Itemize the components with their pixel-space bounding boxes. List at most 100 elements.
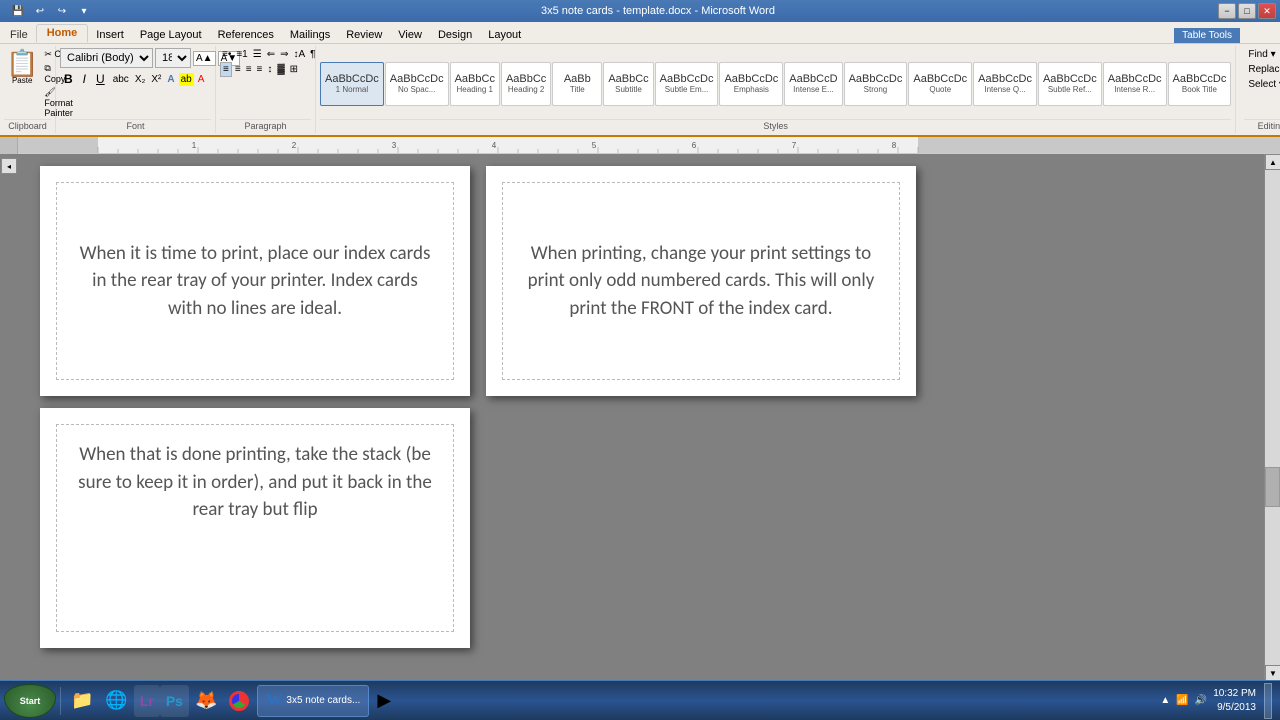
taskbar-ie[interactable]: 🌐 xyxy=(99,685,133,717)
text-effects-btn[interactable]: A xyxy=(165,73,176,86)
start-btn[interactable]: Start xyxy=(4,684,56,718)
superscript-btn[interactable]: X² xyxy=(149,73,163,86)
subscript-btn[interactable]: X₂ xyxy=(133,73,148,86)
restore-btn[interactable]: □ xyxy=(1238,3,1256,19)
taskbar-sep-1 xyxy=(60,687,61,715)
decrease-indent-btn[interactable]: ⇐ xyxy=(265,48,277,61)
strikethrough-btn[interactable]: abc xyxy=(111,73,131,86)
word-icon: W xyxy=(266,692,282,710)
align-center-btn[interactable]: ≡ xyxy=(233,63,243,76)
taskbar-lightroom[interactable]: Lr xyxy=(134,685,160,717)
bold-btn[interactable]: B xyxy=(60,70,77,88)
taskbar-firefox[interactable]: 🦊 xyxy=(189,685,223,717)
style-heading2[interactable]: AaBbCcHeading 2 xyxy=(501,62,551,106)
lightroom-icon: Lr xyxy=(140,693,154,709)
tab-home[interactable]: Home xyxy=(36,24,89,43)
tray-expand-btn[interactable]: ▲ xyxy=(1160,695,1170,706)
left-margin: ◂ xyxy=(0,154,18,681)
redo-qat-btn[interactable]: ↪ xyxy=(52,2,72,20)
line-spacing-btn[interactable]: ↕ xyxy=(265,63,274,76)
style-intense-r[interactable]: AaBbCcDcIntense R... xyxy=(1103,62,1167,106)
tab-mailings[interactable]: Mailings xyxy=(282,27,338,43)
vlc-icon: ▶ xyxy=(377,690,391,711)
font-name-select[interactable]: Calibri (Body) xyxy=(60,48,153,68)
style-intense-em[interactable]: AaBbCcDIntense E... xyxy=(784,62,842,106)
sort-btn[interactable]: ↕A xyxy=(292,48,308,61)
tab-layout[interactable]: Layout xyxy=(480,27,529,43)
taskbar-photoshop[interactable]: Ps xyxy=(160,685,189,717)
taskbar-chrome[interactable] xyxy=(223,685,255,717)
win-taskbar: Start 📁 🌐 Lr Ps 🦊 W 3x5 note cards... ▶ … xyxy=(0,680,1280,720)
style-subtle-em[interactable]: AaBbCcDcSubtle Em... xyxy=(655,62,719,106)
style-strong[interactable]: AaBbCcDcStrong xyxy=(844,62,908,106)
ruler-container: 1 2 3 4 5 6 7 8 xyxy=(0,137,1280,154)
tab-design[interactable]: Design xyxy=(430,27,480,43)
highlight-btn[interactable]: ab xyxy=(179,73,194,86)
scroll-down-btn[interactable]: ▼ xyxy=(1265,665,1280,681)
numbering-btn[interactable]: ≡1 xyxy=(234,48,249,61)
ruler-main: 1 2 3 4 5 6 7 8 xyxy=(18,137,1280,154)
font-size-select[interactable]: 180 xyxy=(155,48,191,68)
tab-file[interactable]: File xyxy=(2,27,36,43)
taskbar-vlc[interactable]: ▶ xyxy=(371,685,397,717)
scroll-track[interactable] xyxy=(1265,170,1280,665)
borders-btn[interactable]: ⊞ xyxy=(288,63,300,76)
style-subtle-ref[interactable]: AaBbCcDcSubtle Ref... xyxy=(1038,62,1102,106)
grow-font-btn[interactable]: A▲ xyxy=(193,51,216,66)
taskbar-explorer[interactable]: 📁 xyxy=(65,685,99,717)
font-row1: Calibri (Body) 180 A▲ A▼ xyxy=(60,48,211,68)
increase-indent-btn[interactable]: ⇒ xyxy=(278,48,290,61)
title-bar: 💾 ↩ ↪ ▾ 3x5 note cards - template.docx -… xyxy=(0,0,1280,22)
tab-references[interactable]: References xyxy=(210,27,282,43)
font-color-btn[interactable]: A xyxy=(196,73,207,86)
italic-btn[interactable]: I xyxy=(79,70,90,88)
style-no-spacing[interactable]: AaBbCcDcNo Spac... xyxy=(385,62,449,106)
editing-group: Find ▾ Replace Select ▾ Editing xyxy=(1236,46,1280,133)
style-book-title[interactable]: AaBbCcDcBook Title xyxy=(1168,62,1232,106)
minimize-btn[interactable]: − xyxy=(1218,3,1236,19)
right-scrollbar[interactable]: ▲ ▼ xyxy=(1264,154,1280,681)
select-btn[interactable]: Select ▾ xyxy=(1244,78,1280,91)
ribbon-tabs: File Home Insert Page Layout References … xyxy=(0,22,1280,44)
customize-qat-btn[interactable]: ▾ xyxy=(74,2,94,20)
title-bar-text: 3x5 note cards - template.docx - Microso… xyxy=(98,5,1218,17)
save-qat-btn[interactable]: 💾 xyxy=(8,2,28,20)
paragraph-group: ≡• ≡1 ☰ ⇐ ⇒ ↕A ¶ ≡ ≡ ≡ ≡ ↕ ▓ ⊞ Paragraph xyxy=(216,46,316,133)
clipboard-group: 📋 Paste ✂ Cut ⧉ Copy 🖌 Format Painter Cl… xyxy=(0,46,56,133)
style-heading1[interactable]: AaBbCcHeading 1 xyxy=(450,62,500,106)
find-btn[interactable]: Find ▾ xyxy=(1244,48,1280,61)
style-title[interactable]: AaBbTitle xyxy=(552,62,602,106)
align-left-btn[interactable]: ≡ xyxy=(220,62,232,77)
justify-btn[interactable]: ≡ xyxy=(255,63,265,76)
style-intense-q[interactable]: AaBbCcDcIntense Q... xyxy=(973,62,1037,106)
style-quote[interactable]: AaBbCcDcQuote xyxy=(908,62,972,106)
tab-insert[interactable]: Insert xyxy=(88,27,132,43)
scroll-up-btn[interactable]: ▲ xyxy=(1265,154,1280,170)
undo-qat-btn[interactable]: ↩ xyxy=(30,2,50,20)
svg-text:3: 3 xyxy=(392,141,397,150)
show-desktop-btn[interactable] xyxy=(1264,683,1272,719)
editing-group-label: Editing xyxy=(1244,119,1280,131)
styles-group: AaBbCcDc1 NormalAaBbCcDcNo Spac...AaBbCc… xyxy=(316,46,1236,133)
tab-page-layout[interactable]: Page Layout xyxy=(132,27,210,43)
underline-btn[interactable]: U xyxy=(92,70,109,88)
paste-btn[interactable]: 📋 Paste xyxy=(4,48,40,87)
style-normal[interactable]: AaBbCcDc1 Normal xyxy=(320,62,384,106)
shading-btn[interactable]: ▓ xyxy=(275,63,286,76)
close-btn[interactable]: ✕ xyxy=(1258,3,1276,19)
style-emphasis[interactable]: AaBbCcDcEmphasis xyxy=(719,62,783,106)
clock[interactable]: 10:32 PM 9/5/2013 xyxy=(1213,687,1256,715)
style-subtitle[interactable]: AaBbCcSubtitle xyxy=(603,62,653,106)
replace-btn[interactable]: Replace xyxy=(1244,63,1280,76)
multilevel-btn[interactable]: ☰ xyxy=(251,48,264,61)
left-scroll-up[interactable]: ◂ xyxy=(1,158,17,174)
align-right-btn[interactable]: ≡ xyxy=(244,63,254,76)
scroll-thumb[interactable] xyxy=(1265,467,1280,507)
tab-view[interactable]: View xyxy=(390,27,430,43)
font-group-label: Font xyxy=(60,119,211,131)
svg-text:2: 2 xyxy=(292,141,297,150)
taskbar-word[interactable]: W 3x5 note cards... xyxy=(257,685,369,717)
tab-review[interactable]: Review xyxy=(338,27,390,43)
network-icon: 📶 xyxy=(1176,695,1188,706)
bullets-btn[interactable]: ≡• xyxy=(220,48,233,61)
